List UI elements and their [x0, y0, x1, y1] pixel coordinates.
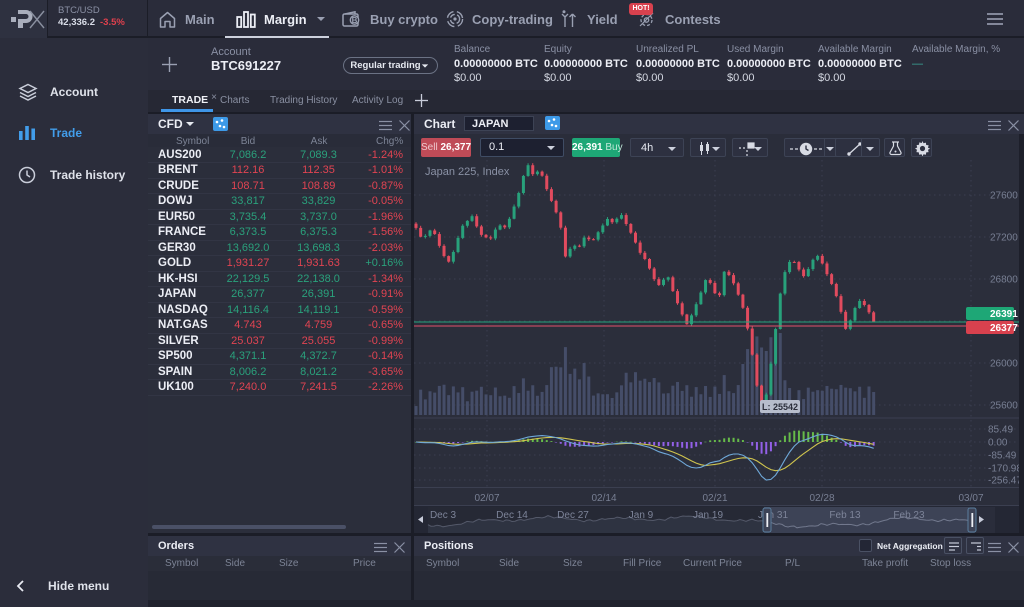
svg-text:0.00: 0.00: [988, 438, 1008, 449]
svg-text:03/07: 03/07: [958, 493, 983, 504]
svg-text:Feb 23: Feb 23: [893, 510, 925, 521]
svg-text:L: 25542: L: 25542: [762, 402, 798, 412]
svg-text:-85.49: -85.49: [988, 451, 1017, 462]
svg-text:26800: 26800: [990, 275, 1018, 286]
svg-text:27600: 27600: [990, 191, 1018, 202]
svg-text:-170.98: -170.98: [988, 464, 1022, 475]
svg-text:Jan 19: Jan 19: [693, 510, 723, 521]
svg-text:02/21: 02/21: [702, 493, 727, 504]
svg-text:-256.47: -256.47: [988, 476, 1022, 487]
svg-text:27200: 27200: [990, 233, 1018, 244]
svg-text:26391: 26391: [990, 309, 1018, 320]
svg-text:85.49: 85.49: [988, 425, 1013, 436]
svg-text:02/14: 02/14: [591, 493, 616, 504]
svg-text:Dec 27: Dec 27: [557, 510, 589, 521]
svg-text:Jan 9: Jan 9: [629, 510, 654, 521]
svg-text:Dec 14: Dec 14: [496, 510, 528, 521]
svg-text:Dec 3: Dec 3: [430, 510, 457, 521]
svg-text:Feb 13: Feb 13: [829, 510, 861, 521]
svg-text:B: B: [352, 16, 358, 25]
svg-text:25600: 25600: [990, 401, 1018, 412]
svg-text:02/28: 02/28: [809, 493, 834, 504]
svg-text:02/07: 02/07: [474, 493, 499, 504]
svg-text:Japan 225, Index: Japan 225, Index: [425, 166, 510, 178]
svg-text:26377: 26377: [990, 323, 1018, 334]
svg-text:26000: 26000: [990, 359, 1018, 370]
